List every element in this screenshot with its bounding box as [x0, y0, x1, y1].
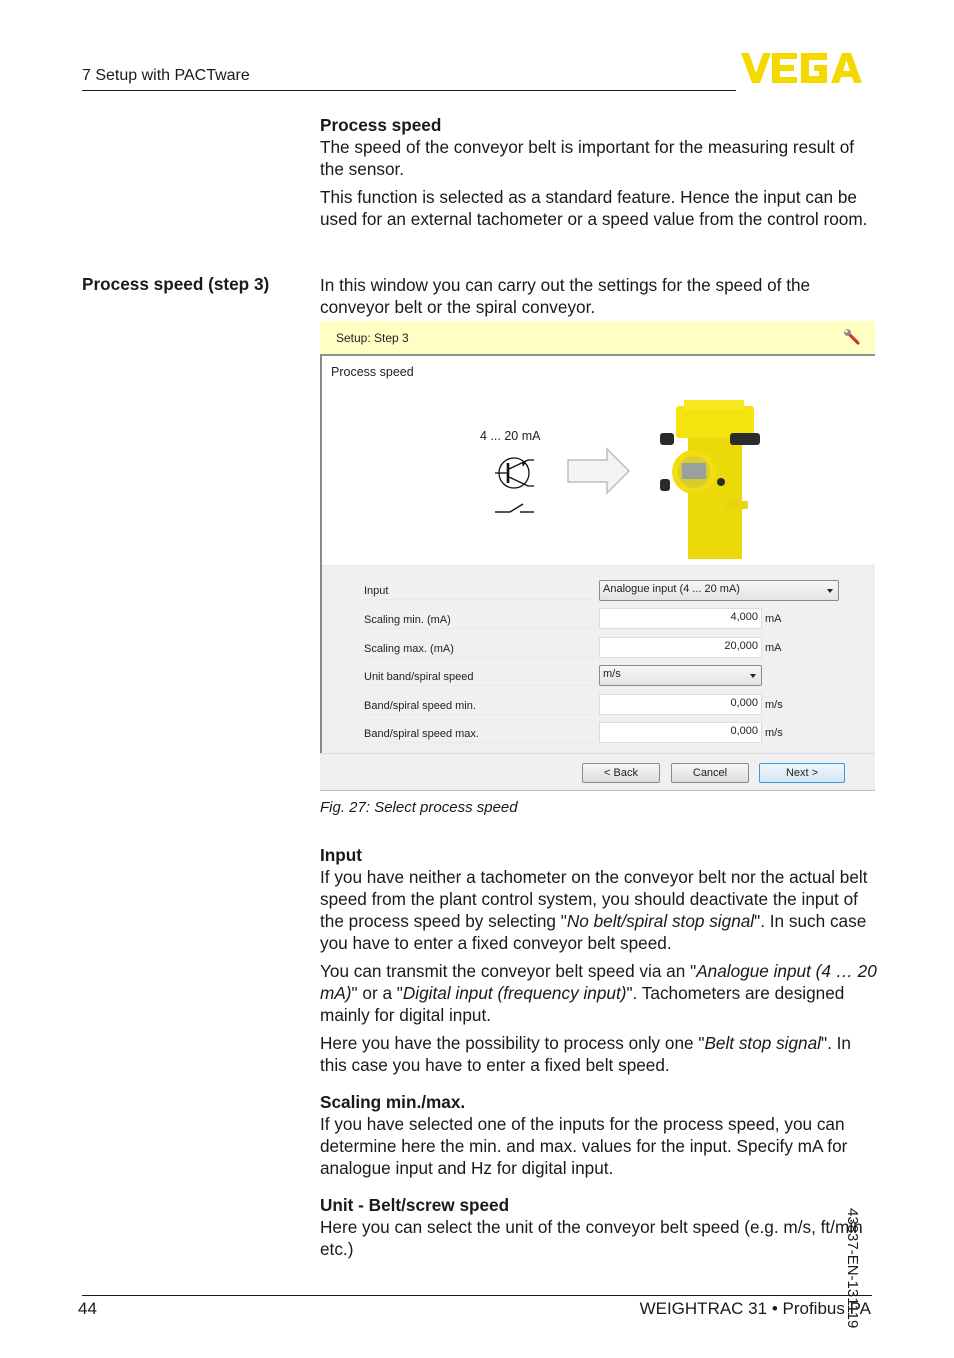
scaling-max-label: Scaling max. (mA) [364, 643, 596, 658]
paragraph: You can transmit the conveyor belt speed… [320, 960, 880, 1026]
speed-max-label: Band/spiral speed max. [364, 728, 596, 743]
dialog-content: 4 ... 20 mA Process speed Input Analogue… [320, 356, 875, 754]
chevron-down-icon [827, 589, 833, 593]
process-speed-section: Process speed The speed of the conveyor … [320, 114, 880, 230]
section-heading: Input [320, 845, 362, 865]
unit-speed-select[interactable]: m/s [599, 665, 762, 686]
text-run: " or a " [351, 983, 403, 1003]
footer-divider [82, 1295, 872, 1296]
unit-speed-label: Unit band/spiral speed [364, 671, 596, 686]
paragraph: If you have neither a tachometer on the … [320, 866, 880, 954]
paragraph: If you have selected one of the inputs f… [320, 1114, 848, 1178]
emphasis: No belt/spiral stop signal [566, 911, 755, 931]
unit-section: Unit - Belt/screw speed Here you can sel… [320, 1194, 880, 1260]
speed-min-label: Band/spiral speed min. [364, 700, 596, 715]
sensor-device-image [660, 400, 760, 559]
section-heading: Unit - Belt/screw speed [320, 1195, 510, 1215]
input-select[interactable]: Analogue input (4 ... 20 mA) [599, 580, 839, 601]
chapter-title: 7 Setup with PACTware [82, 67, 250, 84]
scaling-min-label: Scaling min. (mA) [364, 614, 596, 629]
right-arrow-icon [567, 447, 631, 495]
setup-dialog: Setup: Step 3 4 ... 20 mA Process speed … [320, 321, 875, 791]
unit-speed-select-value: m/s [603, 668, 621, 680]
paragraph: Here you have the possibility to process… [320, 1032, 880, 1076]
side-heading: Process speed (step 3) [82, 274, 270, 294]
paragraph: Here you can select the unit of the conv… [320, 1217, 863, 1259]
back-button[interactable]: < Back [582, 763, 660, 783]
scaling-section: Scaling min./max. If you have selected o… [320, 1091, 880, 1179]
scaling-max-unit: mA [765, 642, 782, 654]
step3-intro: In this window you can carry out the set… [320, 275, 811, 317]
product-name: WEIGHTRAC 31 • Profibus PA [639, 1299, 871, 1318]
emphasis: Belt stop signal [704, 1033, 821, 1053]
text-run: Here you have the possibility to process… [320, 1033, 705, 1053]
transistor-icon [495, 457, 534, 489]
dialog-subtitle: Process speed [331, 365, 414, 379]
switch-icon [495, 503, 534, 513]
dialog-button-row: < Back Cancel Next > [320, 753, 875, 791]
section-heading: Process speed [320, 115, 442, 135]
paragraph: The speed of the conveyor belt is import… [320, 137, 855, 179]
scaling-min-unit: mA [765, 613, 782, 625]
speed-min-unit: m/s [765, 699, 783, 711]
vega-logo [741, 53, 862, 83]
emphasis: Digital input (frequency input) [402, 983, 627, 1003]
text-run: You can transmit the conveyor belt speed… [320, 961, 697, 981]
input-label: Input [364, 585, 596, 600]
header-divider [82, 90, 736, 91]
document-number: 43837-EN-131119 [844, 1208, 861, 1358]
figure-caption: Fig. 27: Select process speed [320, 799, 518, 816]
dialog-title: Setup: Step 3 [336, 331, 409, 345]
speed-max-unit: m/s [765, 727, 783, 739]
process-speed-graphic: 4 ... 20 mA [480, 400, 760, 559]
scaling-min-input[interactable]: 4,000 [599, 608, 762, 629]
input-section: Input If you have neither a tachometer o… [320, 844, 880, 1076]
next-button[interactable]: Next > [759, 763, 845, 783]
speed-max-input[interactable]: 0,000 [599, 722, 762, 743]
speed-min-input[interactable]: 0,000 [599, 694, 762, 715]
dialog-title-bar: Setup: Step 3 [320, 321, 875, 356]
paragraph: This function is selected as a standard … [320, 187, 868, 229]
signal-label: 4 ... 20 mA [480, 429, 541, 443]
chevron-down-icon [750, 674, 756, 678]
cancel-button[interactable]: Cancel [671, 763, 749, 783]
input-select-value: Analogue input (4 ... 20 mA) [603, 583, 740, 595]
wrench-icon[interactable] [843, 328, 861, 346]
scaling-max-input[interactable]: 20,000 [599, 637, 762, 658]
page-number: 44 [78, 1299, 97, 1318]
vega-logo-letters [741, 53, 862, 83]
section-heading: Scaling min./max. [320, 1092, 466, 1112]
settings-form: Input Analogue input (4 ... 20 mA) Scali… [322, 565, 875, 754]
